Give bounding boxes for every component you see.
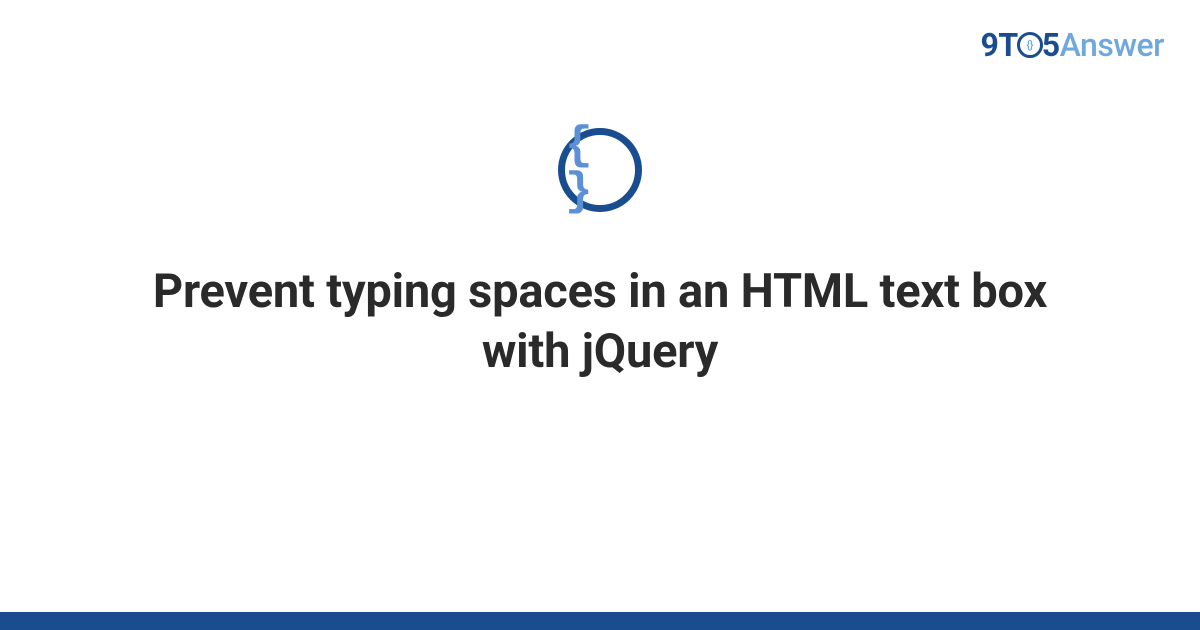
logo-text-5: 5 <box>1042 26 1060 64</box>
logo-o-inner-braces: {} <box>1027 40 1033 51</box>
braces-icon: { } <box>565 123 635 215</box>
logo-o-icon: {} <box>1017 32 1043 58</box>
category-code-icon: { } <box>558 128 642 212</box>
logo-text-9t: 9T <box>981 26 1018 64</box>
page-title: Prevent typing spaces in an HTML text bo… <box>130 262 1070 382</box>
logo-text-answer: Answer <box>1060 26 1164 64</box>
main-content: { } Prevent typing spaces in an HTML tex… <box>0 128 1200 382</box>
footer-accent-bar <box>0 612 1200 630</box>
site-logo: 9T {} 5Answer <box>981 26 1164 64</box>
